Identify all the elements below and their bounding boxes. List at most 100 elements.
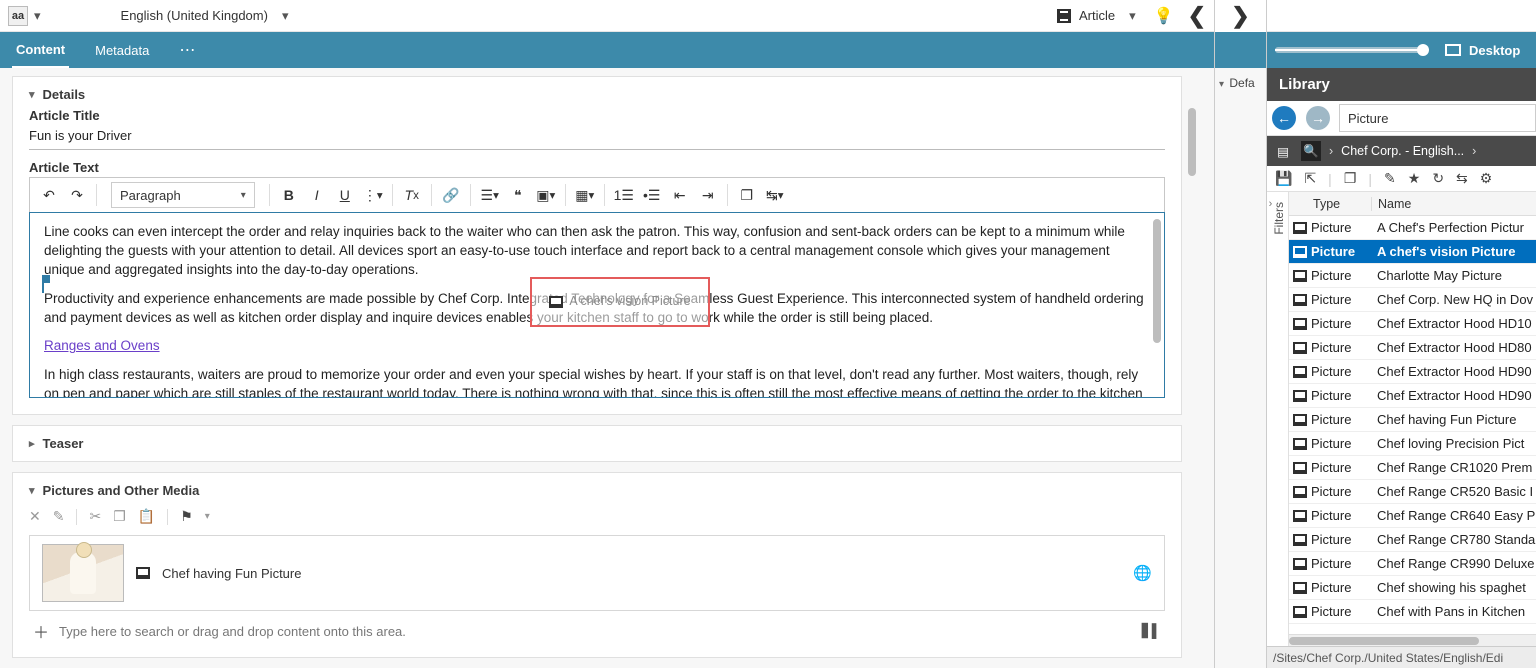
panel-details-header[interactable]: ▾ Details xyxy=(29,87,1165,102)
paste-icon[interactable]: 📋 xyxy=(138,508,155,525)
library-nav: ← → Picture xyxy=(1267,101,1536,136)
library-row[interactable]: PictureCharlotte May Picture xyxy=(1289,264,1536,288)
library-row[interactable]: PictureA Chef's Perfection Pictur xyxy=(1289,216,1536,240)
edit-icon[interactable]: ✎ xyxy=(1384,170,1396,187)
tree-mode-icon[interactable]: ▤ xyxy=(1273,141,1293,161)
copy-icon[interactable]: ❐ xyxy=(113,508,126,525)
plus-icon: ＋ xyxy=(33,619,49,643)
library-row[interactable]: PictureChef Extractor Hood HD80 xyxy=(1289,336,1536,360)
article-paragraph: Productivity and experience enhancements… xyxy=(44,290,1146,328)
filters-tab[interactable]: › Filters xyxy=(1267,192,1289,646)
library-row[interactable]: PictureChef loving Precision Pict xyxy=(1289,432,1536,456)
star-icon[interactable]: ★ xyxy=(1408,170,1421,187)
picture-icon xyxy=(1293,510,1307,522)
picture-drop-hint[interactable]: ＋ Type here to search or drag and drop c… xyxy=(29,611,1165,651)
library-row[interactable]: PictureChef Corp. New HQ in Dov xyxy=(1289,288,1536,312)
col-type[interactable]: Type xyxy=(1311,197,1371,211)
library-row[interactable]: PictureChef with Pans in Kitchen xyxy=(1289,600,1536,624)
underline-icon[interactable]: U xyxy=(332,182,358,208)
library-row[interactable]: PictureChef Extractor Hood HD90 xyxy=(1289,360,1536,384)
globe-icon[interactable]: 🌐 xyxy=(1133,564,1152,582)
col-name[interactable]: Name xyxy=(1371,197,1536,211)
numbered-list-icon[interactable]: 1☰ xyxy=(611,182,637,208)
picture-icon xyxy=(1293,438,1307,450)
nav-back-button[interactable]: ← xyxy=(1267,101,1301,135)
library-row[interactable]: PictureChef Extractor Hood HD10 xyxy=(1289,312,1536,336)
rte-scrollbar[interactable] xyxy=(1153,219,1161,391)
paragraph-style-select[interactable]: Paragraph ▾ xyxy=(111,182,255,208)
chevron-down-icon[interactable]: ▾ xyxy=(282,8,289,24)
hint-bulb-icon[interactable]: 💡 xyxy=(1154,6,1174,26)
nav-forward-button[interactable]: → xyxy=(1301,101,1335,135)
picture-icon xyxy=(1293,222,1307,234)
app-logo-icon[interactable]: aa xyxy=(8,6,28,26)
search-mode-icon[interactable]: 🔍 xyxy=(1301,141,1321,161)
workflow-icon[interactable]: ⚙ xyxy=(1480,170,1493,187)
library-row[interactable]: PictureA chef's vision Picture xyxy=(1289,240,1536,264)
more-format-icon[interactable]: ⋮▾ xyxy=(360,182,386,208)
italic-icon[interactable]: I xyxy=(304,182,330,208)
outdent-icon[interactable]: ⇤ xyxy=(667,182,693,208)
bookmark-icon[interactable]: ⚑ xyxy=(180,508,193,525)
refresh-icon[interactable]: ↻ xyxy=(1432,170,1444,187)
library-row[interactable]: PictureChef Range CR990 Deluxe xyxy=(1289,552,1536,576)
expand-right-icon[interactable]: ❯ xyxy=(1231,3,1249,29)
chevron-right-icon[interactable]: › xyxy=(1472,144,1476,158)
tab-more-icon[interactable]: ⋯ xyxy=(175,31,201,69)
language-selector[interactable]: English (United Kingdom) xyxy=(121,8,268,23)
library-search-input[interactable]: Picture xyxy=(1339,104,1536,132)
panel-pictures-header[interactable]: ▾ Pictures and Other Media xyxy=(29,483,1165,498)
withdraw-icon[interactable]: ⇱ xyxy=(1304,170,1316,187)
tab-content[interactable]: Content xyxy=(12,33,69,68)
row-type: Picture xyxy=(1311,460,1371,475)
align-icon[interactable]: ☰▾ xyxy=(477,182,503,208)
library-row[interactable]: PictureChef Range CR780 Standa xyxy=(1289,528,1536,552)
library-row[interactable]: PictureChef showing his spaghet xyxy=(1289,576,1536,600)
library-row[interactable]: PictureChef Range CR1020 Prem xyxy=(1289,456,1536,480)
rte-body[interactable]: Line cooks can even intercept the order … xyxy=(29,212,1165,398)
device-desktop-icon[interactable] xyxy=(1445,44,1461,56)
chevron-down-icon[interactable]: ▾ xyxy=(1129,8,1136,24)
zoom-slider[interactable] xyxy=(1275,47,1425,53)
library-row[interactable]: PictureChef Range CR520 Basic I xyxy=(1289,480,1536,504)
collapse-left-icon[interactable]: ❮ xyxy=(1188,3,1206,29)
paragraph-style-label: Paragraph xyxy=(120,188,181,203)
doctype-selector[interactable]: Article xyxy=(1079,8,1115,23)
logo-dropdown-icon[interactable]: ▾ xyxy=(34,8,41,24)
copy-icon[interactable]: ❐ xyxy=(734,182,760,208)
link-icon[interactable]: 🔗 xyxy=(438,182,464,208)
caret-down-icon[interactable]: ▾ xyxy=(1219,79,1224,90)
undo-icon[interactable]: ↶ xyxy=(36,182,62,208)
article-link[interactable]: Ranges and Ovens xyxy=(44,338,160,353)
redo-icon[interactable]: ↷ xyxy=(64,182,90,208)
save-icon[interactable]: 💾 xyxy=(1275,170,1292,187)
find-replace-icon[interactable]: ↹▾ xyxy=(762,182,788,208)
chevron-down-icon[interactable]: ▾ xyxy=(205,511,210,522)
picture-icon xyxy=(1293,246,1307,258)
breadcrumb-label[interactable]: Chef Corp. - English... xyxy=(1341,144,1464,158)
bulleted-list-icon[interactable]: •☰ xyxy=(639,182,665,208)
clear-format-icon[interactable]: Tx xyxy=(399,182,425,208)
delete-icon[interactable]: ✕ xyxy=(29,508,41,525)
library-row[interactable]: PictureChef having Fun Picture xyxy=(1289,408,1536,432)
indent-icon[interactable]: ⇥ xyxy=(695,182,721,208)
caret-down-icon: ▾ xyxy=(29,88,35,101)
picture-entry[interactable]: Chef having Fun Picture 🌐 xyxy=(29,535,1165,611)
panel-teaser-header[interactable]: ▸ Teaser xyxy=(29,436,1165,451)
edit-icon[interactable]: ✎ xyxy=(53,508,65,525)
library-hscrollbar[interactable] xyxy=(1289,634,1536,646)
library-row[interactable]: PictureChef Range CR640 Easy P xyxy=(1289,504,1536,528)
table-icon[interactable]: ▦▾ xyxy=(572,182,598,208)
copy-icon[interactable]: ❐ xyxy=(1344,170,1357,187)
bold-icon[interactable]: B xyxy=(276,182,302,208)
cut-icon[interactable]: ✂ xyxy=(89,508,101,525)
library-rows: PictureA Chef's Perfection PicturPicture… xyxy=(1289,216,1536,634)
input-article-title[interactable]: Fun is your Driver xyxy=(29,125,1165,150)
insert-image-icon[interactable]: ▣▾ xyxy=(533,182,559,208)
tab-metadata[interactable]: Metadata xyxy=(91,34,153,67)
stats-icon[interactable]: ▋▌ xyxy=(1142,623,1161,639)
library-row[interactable]: PictureChef Extractor Hood HD90 xyxy=(1289,384,1536,408)
quote-icon[interactable]: ❝ xyxy=(505,182,531,208)
main-scrollbar[interactable] xyxy=(1186,76,1198,666)
sync-icon[interactable]: ⇆ xyxy=(1456,170,1468,187)
